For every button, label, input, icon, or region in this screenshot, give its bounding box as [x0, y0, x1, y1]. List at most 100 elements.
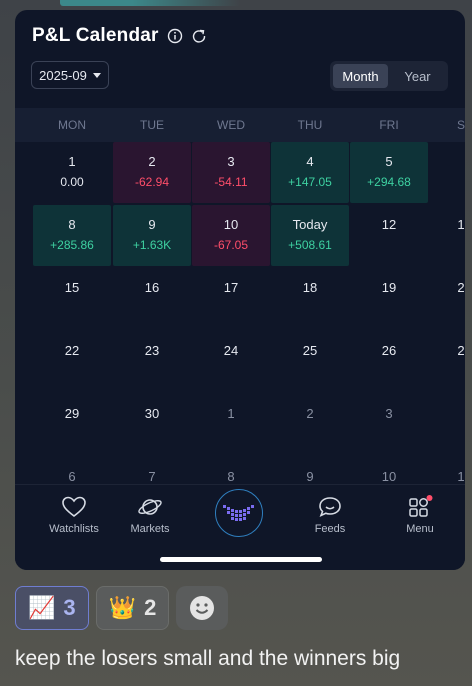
weekday-label: FRI — [379, 118, 399, 132]
day-number: 30 — [144, 406, 160, 421]
calendar-day-cell[interactable]: 24 — [192, 331, 270, 392]
day-number: 1 — [68, 154, 76, 169]
view-toggle: Month Year — [330, 61, 448, 91]
calendar-grid: 1 0.00 2 -62.94 3 -54.11 4 +147.05 5 +294.68 8 +285… — [15, 142, 465, 484]
day-number: 1 — [457, 469, 465, 484]
heart-icon — [62, 496, 86, 518]
day-pnl-value: +508.61 — [288, 238, 332, 252]
chart-up-icon: 📈 — [28, 595, 56, 620]
day-number: 15 — [64, 280, 80, 295]
calendar-day-cell[interactable]: 12 — [350, 205, 428, 266]
add-reaction-button[interactable] — [176, 586, 229, 630]
day-number: 10 — [223, 217, 239, 232]
day-number: 3 — [227, 154, 235, 169]
reaction-crown[interactable]: 👑 2 — [95, 586, 170, 630]
crown-icon: 👑 — [108, 595, 137, 620]
planet-icon — [138, 499, 162, 515]
day-number: Today — [292, 217, 328, 232]
notification-dot — [426, 495, 433, 501]
calendar-day-cell[interactable]: 26 — [350, 331, 428, 392]
home-indicator — [160, 557, 322, 562]
month-select[interactable]: 2025-09 — [31, 61, 109, 89]
calendar-day-cell[interactable]: 4 +147.05 — [271, 142, 349, 203]
day-number: 23 — [144, 343, 160, 358]
weekday-label: THU — [297, 118, 323, 132]
share-icon[interactable] — [191, 28, 207, 44]
day-number: 1 — [457, 217, 465, 232]
message-text: keep the losers small and the winners bi… — [15, 647, 401, 670]
toggle-year[interactable]: Year — [390, 64, 445, 88]
day-number: 16 — [144, 280, 160, 295]
reaction-chart-up[interactable]: 📈 3 — [15, 586, 89, 630]
calendar-day-cell[interactable]: 8 +285.86 — [33, 205, 111, 266]
nav-label: Feeds — [314, 523, 346, 535]
day-number: 2 — [457, 280, 465, 295]
calendar-day-cell[interactable]: 16 — [113, 268, 191, 329]
title-row: P&L Calendar — [32, 25, 207, 47]
smiley-add-icon — [190, 596, 215, 620]
day-pnl-value: -62.94 — [134, 175, 170, 189]
day-number: 5 — [385, 154, 393, 169]
top-edge-decoration — [60, 0, 240, 6]
calendar-day-cell[interactable]: 19 — [350, 268, 428, 329]
nav-markets[interactable]: Markets — [115, 495, 185, 535]
calendar-day-cell[interactable]: 2 -62.94 — [113, 142, 191, 203]
calendar-day-cell[interactable]: 5 +294.68 — [350, 142, 428, 203]
calendar-day-cell[interactable]: 29 — [33, 394, 111, 455]
day-number: 2 — [306, 406, 314, 421]
day-number: 4 — [306, 154, 314, 169]
nav-menu[interactable]: Menu — [385, 495, 455, 535]
toggle-month[interactable]: Month — [333, 64, 388, 88]
page-title: P&L Calendar — [32, 25, 159, 46]
calendar-day-cell[interactable]: Today +508.61 — [271, 205, 349, 266]
day-number: 12 — [381, 217, 397, 232]
day-pnl-value: +1.63K — [132, 238, 172, 252]
phone-screenshot: P&L Calendar 2025-09 Month Year MON TUE WE… — [15, 10, 465, 570]
calendar-day-cell[interactable]: 1 0.00 — [33, 142, 111, 203]
info-icon[interactable] — [167, 28, 183, 44]
day-number: 2 — [148, 154, 156, 169]
calendar-day-cell[interactable]: 10 -67.05 — [192, 205, 270, 266]
chevron-down-icon — [92, 72, 101, 78]
calendar-day-cell[interactable]: 17 — [192, 268, 270, 329]
day-number: 29 — [64, 406, 80, 421]
day-number: 1 — [227, 406, 235, 421]
calendar-day-cell[interactable]: 23 — [113, 331, 191, 392]
weekday-label: MON — [58, 118, 86, 132]
nav-watchlists[interactable]: Watchlists — [39, 495, 109, 535]
day-number: 2 — [457, 343, 465, 358]
calendar-day-cell[interactable]: 9 +1.63K — [113, 205, 191, 266]
day-number: 17 — [223, 280, 239, 295]
calendar-day-cell[interactable]: 18 — [271, 268, 349, 329]
day-number: 3 — [385, 406, 393, 421]
nav-label: Menu — [406, 523, 434, 535]
reaction-count: 3 — [63, 595, 76, 620]
nav-feeds[interactable]: Feeds — [295, 495, 365, 535]
month-select-value: 2025-09 — [39, 67, 87, 83]
weekday-label: WED — [217, 118, 245, 132]
day-pnl-value: +294.68 — [367, 175, 411, 189]
nav-center-button[interactable] — [215, 489, 263, 537]
day-number: 25 — [302, 343, 318, 358]
calendar-day-cell[interactable]: 22 — [33, 331, 111, 392]
weekday-label: TUE — [140, 118, 164, 132]
calendar-day-cell[interactable]: 15 — [33, 268, 111, 329]
chat-smile-icon — [319, 497, 341, 518]
calendar-day-cell[interactable]: 3 -54.11 — [192, 142, 270, 203]
center-logo-icon — [223, 505, 254, 521]
day-number: 7 — [148, 469, 156, 484]
calendar-day-cell[interactable]: 30 — [113, 394, 191, 455]
calendar-day-cell[interactable]: 1 — [192, 394, 270, 455]
nav-label: Watchlists — [49, 523, 99, 535]
day-number: 19 — [381, 280, 397, 295]
day-number: 6 — [68, 469, 76, 484]
calendar-day-cell[interactable]: 25 — [271, 331, 349, 392]
weekday-label: S — [456, 118, 465, 132]
calendar-day-cell[interactable]: 2 — [422, 331, 465, 392]
calendar-day-cell[interactable]: 2 — [422, 268, 465, 329]
calendar-day-cell[interactable]: 2 — [271, 394, 349, 455]
day-pnl-value: +285.86 — [50, 238, 94, 252]
calendar-day-cell[interactable]: 1 — [422, 205, 465, 266]
day-number: 18 — [302, 280, 318, 295]
calendar-day-cell[interactable]: 3 — [350, 394, 428, 455]
